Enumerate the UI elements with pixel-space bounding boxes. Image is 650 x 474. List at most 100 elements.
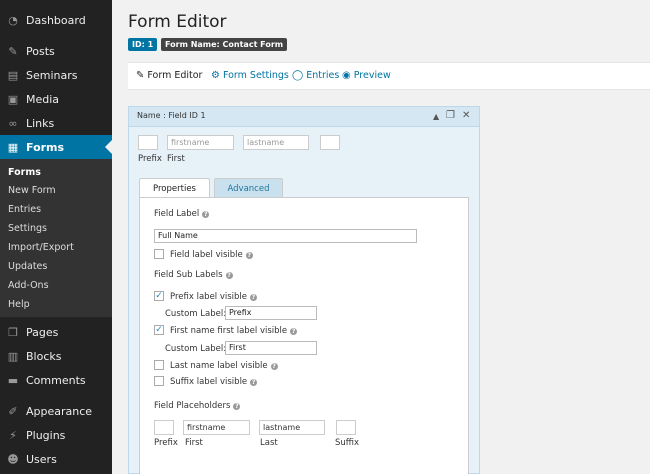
tab-properties[interactable]: Properties xyxy=(139,178,210,198)
admin-sidebar: ◔ Dashboard ✎ Posts ▤ Seminars ▣ Media ∞… xyxy=(0,0,112,474)
menu-label: Plugins xyxy=(26,428,66,442)
prefix-visible-checkbox[interactable]: ✓ xyxy=(154,291,164,301)
submenu-updates[interactable]: Updates xyxy=(8,258,47,276)
placeholder-suffix-input[interactable] xyxy=(336,420,356,435)
suffix-visible-label: Suffix label visible ? xyxy=(170,377,258,387)
prefix-visible-text: Prefix label visible xyxy=(170,292,248,302)
help-icon[interactable]: ? xyxy=(225,271,233,279)
submenu-help[interactable]: Help xyxy=(8,296,30,314)
menu-label: Dashboard xyxy=(26,13,86,27)
field-label-visible-checkbox[interactable] xyxy=(154,249,164,259)
submenu-forms[interactable]: Forms xyxy=(8,164,41,182)
menu-label: Links xyxy=(26,116,55,130)
placeholder-last-label: Last xyxy=(260,438,278,448)
duplicate-icon[interactable]: ❐ xyxy=(446,110,455,121)
pages-icon: ❐ xyxy=(8,325,18,339)
media-icon: ▣ xyxy=(7,92,19,106)
form-editor-label: Form Editor xyxy=(147,70,203,81)
help-icon[interactable]: ? xyxy=(250,293,258,301)
field-label-input[interactable]: Full Name xyxy=(154,229,417,243)
help-icon[interactable]: ? xyxy=(245,251,253,259)
menu-links[interactable]: ∞ Links xyxy=(0,111,112,135)
edit-icon: ✎ xyxy=(136,70,145,81)
last-visible-label: Last name label visible ? xyxy=(170,361,278,371)
placeholders-heading-text: Field Placeholders xyxy=(154,401,231,411)
submenu-new-form[interactable]: New Form xyxy=(8,182,56,200)
submenu-add-ons[interactable]: Add-Ons xyxy=(8,277,49,295)
help-icon[interactable]: ? xyxy=(233,402,241,410)
users-icon: ☻ xyxy=(7,452,19,466)
submenu-import-export[interactable]: Import/Export xyxy=(8,239,74,257)
close-icon[interactable]: ✕ xyxy=(462,110,470,121)
placeholder-suffix-label: Suffix xyxy=(335,438,360,448)
menu-forms[interactable]: ▦ Forms xyxy=(0,135,112,159)
plugins-icon: ⚡ xyxy=(9,428,17,442)
collapse-icon[interactable]: ▲ xyxy=(433,112,439,121)
menu-pages[interactable]: ❐ Pages xyxy=(0,320,112,344)
menu-blocks[interactable]: ▥ Blocks xyxy=(0,344,112,368)
first-visible-label: First name first label visible ? xyxy=(170,326,298,336)
pin-icon: ✎ xyxy=(8,44,18,58)
menu-comments[interactable]: ▬ Comments xyxy=(0,368,112,392)
last-visible-checkbox[interactable] xyxy=(154,360,164,370)
sub-labels-heading-text: Field Sub Labels xyxy=(154,270,223,280)
entries-link[interactable]: ◯ Entries xyxy=(292,70,339,81)
menu-posts[interactable]: ✎ Posts xyxy=(0,39,112,63)
preview-link[interactable]: ◉ Preview xyxy=(342,70,391,81)
form-name-badge: Form Name: Contact Form xyxy=(161,38,288,51)
field-header-label: Name : Field ID 1 xyxy=(137,111,206,120)
tab-advanced[interactable]: Advanced xyxy=(214,178,283,198)
form-settings-label: Form Settings xyxy=(222,70,289,81)
placeholder-prefix-input[interactable] xyxy=(154,420,174,435)
menu-users[interactable]: ☻ Users xyxy=(0,447,112,471)
first-visible-text: First name first label visible xyxy=(170,326,288,336)
first-custom-input[interactable]: First xyxy=(225,341,317,355)
comment-icon: ◯ xyxy=(292,70,304,81)
first-visible-checkbox[interactable]: ✓ xyxy=(154,325,164,335)
menu-label: Pages xyxy=(26,325,59,339)
field-label-visible-text: Field label visible xyxy=(170,250,243,260)
dashboard-icon: ◔ xyxy=(8,13,18,27)
submenu-settings[interactable]: Settings xyxy=(8,220,47,238)
menu-label: Media xyxy=(26,92,60,106)
blocks-icon: ▥ xyxy=(7,349,19,363)
menu-plugins[interactable]: ⚡ Plugins xyxy=(0,423,112,447)
menu-dashboard[interactable]: ◔ Dashboard xyxy=(0,8,112,32)
menu-media[interactable]: ▣ Media xyxy=(0,87,112,111)
prefix-visible-label: Prefix label visible ? xyxy=(170,292,258,302)
help-icon[interactable]: ? xyxy=(290,327,298,335)
form-editor-link[interactable]: ✎ Form Editor xyxy=(136,70,202,81)
preview-suffix-input xyxy=(320,135,340,150)
placeholder-first-input[interactable]: firstname xyxy=(183,420,250,435)
prefix-custom-input[interactable]: Prefix xyxy=(225,306,317,320)
form-settings-link[interactable]: ⚙ Form Settings xyxy=(211,70,289,81)
help-icon[interactable]: ? xyxy=(250,378,258,386)
field-label-heading-text: Field Label xyxy=(154,209,200,219)
placeholder-prefix-label: Prefix xyxy=(154,438,178,448)
field-label-heading: Field Label ? xyxy=(154,209,210,219)
first-custom-label: Custom Label: xyxy=(165,344,227,354)
field-header[interactable]: Name : Field ID 1 ▲ ❐ ✕ xyxy=(129,107,479,127)
suffix-visible-checkbox[interactable] xyxy=(154,376,164,386)
preview-first-label: First xyxy=(167,154,185,164)
forms-submenu: Forms New Form Entries Settings Import/E… xyxy=(0,159,112,317)
submenu-entries[interactable]: Entries xyxy=(8,201,41,219)
help-icon[interactable]: ? xyxy=(270,362,278,370)
form-id-badge: ID: 1 xyxy=(128,38,158,51)
comments-icon: ▬ xyxy=(7,373,19,387)
placeholder-first-label: First xyxy=(185,438,203,448)
preview-first-input: firstname xyxy=(167,135,234,150)
prefix-custom-label: Custom Label: xyxy=(165,309,227,319)
form-toolbar: ✎ Form Editor ⚙ Form Settings ◯ Entries … xyxy=(128,62,650,90)
gear-icon: ⚙ xyxy=(211,70,220,81)
entries-label: Entries xyxy=(306,70,340,81)
menu-label: Comments xyxy=(26,373,86,387)
menu-seminars[interactable]: ▤ Seminars xyxy=(0,63,112,87)
preview-last-input: lastname xyxy=(243,135,309,150)
document-icon: ▤ xyxy=(7,68,19,82)
placeholder-last-input[interactable]: lastname xyxy=(259,420,325,435)
last-visible-text: Last name label visible xyxy=(170,361,268,371)
menu-appearance[interactable]: ✐ Appearance xyxy=(0,399,112,423)
eye-icon: ◉ xyxy=(342,70,351,81)
help-icon[interactable]: ? xyxy=(202,210,210,218)
